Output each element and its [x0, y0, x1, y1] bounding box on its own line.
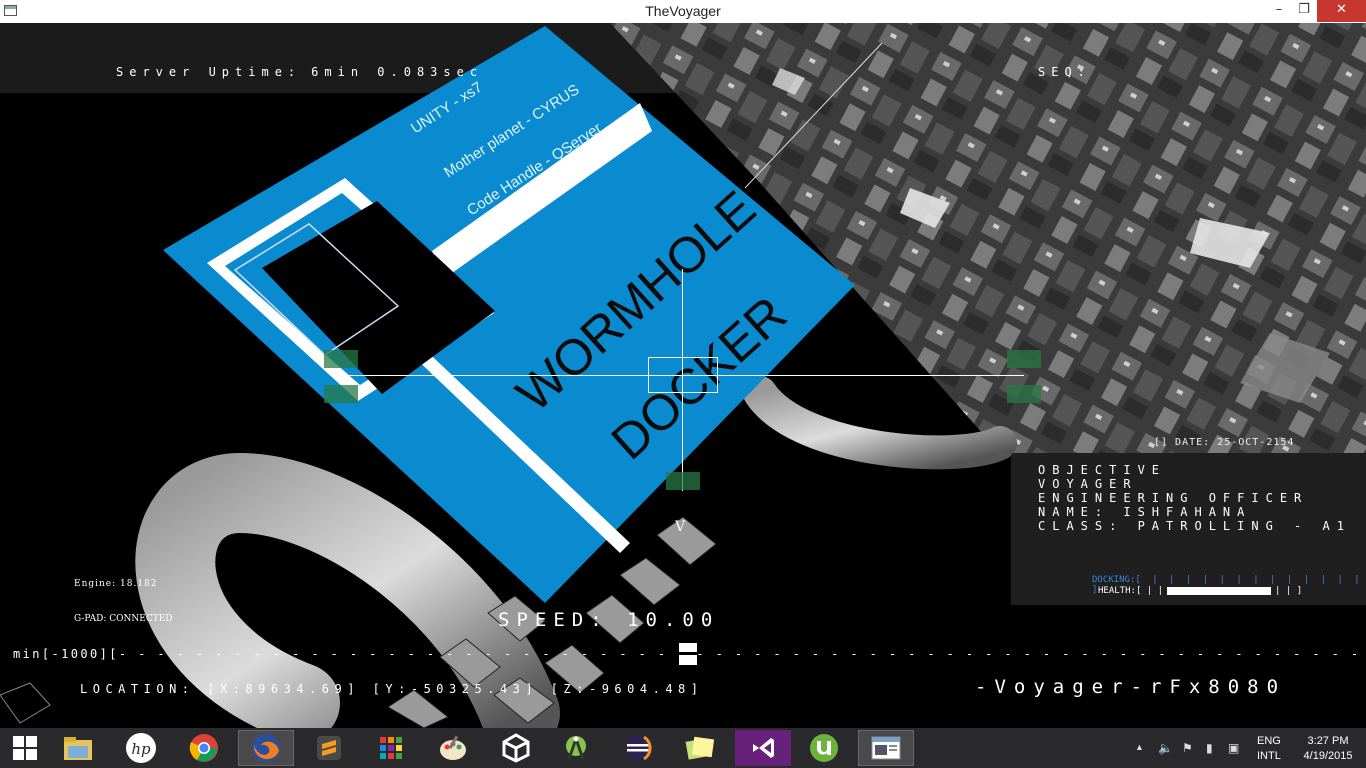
seq-label: SEQ: [1038, 65, 1091, 79]
health-bars-right: | | ] [1275, 586, 1303, 596]
crosshair-reticle [648, 357, 718, 393]
paint-icon[interactable] [425, 730, 481, 766]
craft-id: -Voyager-rFx8080 [975, 676, 1287, 698]
objective-label: OBJECTIVE [1038, 463, 1167, 477]
system-tray: ▲ 🔈 ⚑ ▮ ▣ [1130, 728, 1250, 768]
docking-label: DOCKING: [1092, 575, 1136, 585]
health-bar-fill [1167, 587, 1272, 595]
firefox-icon[interactable] [238, 730, 294, 766]
volume-icon[interactable]: 🔈 [1158, 741, 1173, 755]
health-meter: HEALTH: [ | | | | ] [1098, 586, 1302, 596]
svg-text:hp: hp [131, 740, 151, 758]
server-uptime: Server Uptime: 6min 0.083sec [116, 65, 483, 79]
throttle-slider-thumb[interactable] [679, 643, 697, 665]
waypoint-v-label: V [675, 519, 686, 535]
eclipse-icon[interactable] [611, 730, 667, 766]
target-marker [324, 350, 358, 368]
lang-line-2: INTL [1257, 750, 1281, 762]
health-label: HEALTH: [1098, 586, 1136, 596]
engine-readout: Engine: 18.182 [74, 579, 158, 589]
unity-icon[interactable] [488, 730, 544, 766]
utorrent-icon[interactable] [796, 730, 852, 766]
android-studio-icon[interactable] [548, 730, 604, 766]
clock-date: 4/19/2015 [1303, 750, 1353, 762]
thevoyager-app-icon[interactable] [858, 730, 914, 766]
lang-line-1: ENG [1257, 735, 1281, 747]
system-clock[interactable]: 3:27 PM 4/19/2015 [1295, 734, 1361, 764]
health-bars-left: [ | | [1135, 586, 1164, 596]
game-viewport[interactable]: UNITY - xs7 Mother planet - CYRUS Code H… [0, 23, 1366, 728]
ship-name: VOYAGER [1038, 477, 1138, 491]
speed-readout: SPEED: 10.00 [498, 609, 720, 631]
location-readout: LOCATION: [X:89634.69] [Y:-50325.43] [Z:… [80, 682, 704, 696]
mission-date: [] DATE: 25-OCT-2154 [1154, 437, 1295, 448]
input-language-indicator[interactable]: ENG INTL [1257, 734, 1281, 764]
sticky-notes-icon[interactable] [672, 730, 728, 766]
visual-studio-icon[interactable] [735, 730, 791, 766]
maximize-button[interactable]: ❐ [1289, 0, 1319, 22]
target-marker [324, 385, 358, 403]
sublime-text-icon[interactable] [301, 730, 357, 766]
file-explorer-icon[interactable] [50, 730, 106, 766]
action-center-flag-icon[interactable]: ⚑ [1182, 741, 1193, 755]
close-button[interactable]: ✕ [1317, 0, 1366, 22]
window-title-bar: TheVoyager – ❐ ✕ [0, 0, 1366, 23]
target-marker [1007, 350, 1041, 368]
gamepad-status: G-PAD: CONNECTED [74, 614, 173, 624]
power-icon[interactable]: ▮ [1206, 741, 1213, 755]
crew-role: ENGINEERING OFFICER [1038, 491, 1309, 505]
server-uptime-value: 6min 0.083sec [311, 65, 484, 79]
target-marker [1007, 385, 1041, 403]
clock-time: 3:27 PM [1307, 735, 1349, 747]
crew-class: CLASS: PATROLLING - A1 [1038, 519, 1351, 533]
taskbar: hp ▲ 🔈 ⚑ ▮ ▣ ENG INTL 3:27 PM 4/19/2015 [0, 728, 1366, 768]
hp-icon[interactable]: hp [113, 730, 169, 766]
server-uptime-label: Server Uptime: [116, 65, 302, 79]
window-title: TheVoyager [645, 3, 721, 19]
show-hidden-icons-chevron-icon[interactable]: ▲ [1135, 742, 1144, 752]
chrome-icon[interactable] [176, 730, 232, 766]
crew-name: NAME: ISHFAHANA [1038, 505, 1252, 519]
app-grid-icon[interactable] [363, 730, 419, 766]
windows-logo-icon [13, 736, 37, 760]
target-marker [666, 472, 700, 490]
start-button[interactable] [0, 730, 50, 766]
network-icon[interactable]: ▣ [1228, 741, 1239, 755]
